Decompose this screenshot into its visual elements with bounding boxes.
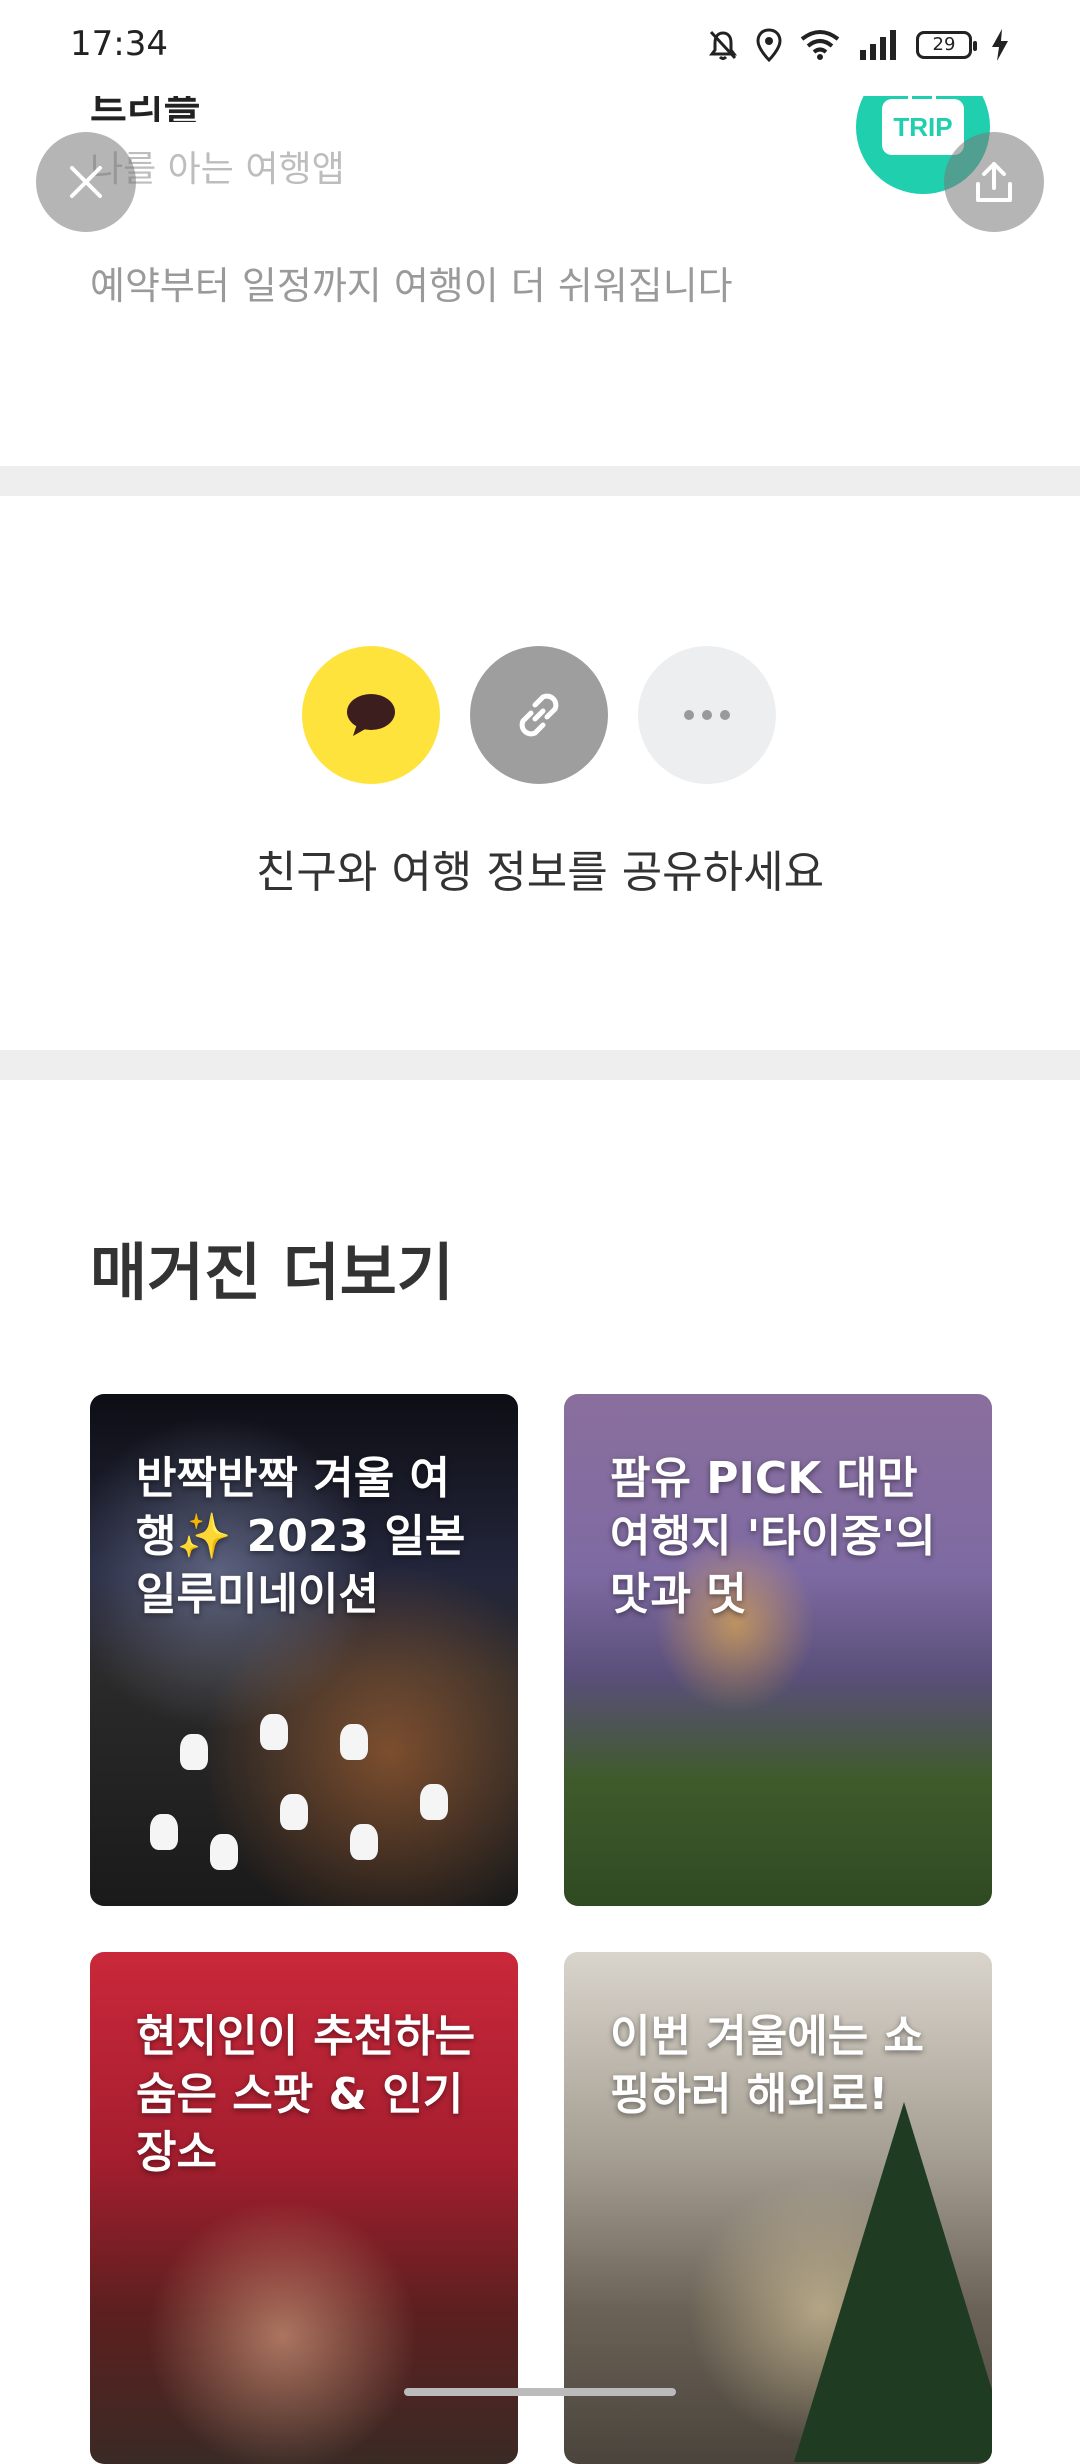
share-options <box>302 646 776 784</box>
more-icon <box>684 710 730 720</box>
status-icons: 29 <box>708 28 1010 62</box>
battery-icon: 29 <box>916 31 977 59</box>
magazine-title: 매거진 더보기 <box>90 1236 454 1309</box>
link-icon <box>519 693 559 737</box>
wifi-icon <box>800 30 840 60</box>
walkway-decoration <box>664 1698 992 1906</box>
charging-icon <box>992 29 1008 61</box>
share-prompt: 친구와 여행 정보를 공유하세요 <box>255 847 825 898</box>
trip-bag-icon: TRIP <box>882 85 964 155</box>
snowman-decoration <box>420 1784 448 1820</box>
copy-link-button[interactable] <box>470 646 608 784</box>
trip-badge-text: TRIP <box>893 111 953 142</box>
battery-level: 29 <box>932 34 956 55</box>
snowman-decoration <box>260 1714 288 1750</box>
close-button[interactable] <box>36 132 136 232</box>
location-icon <box>756 28 782 62</box>
magazine-card[interactable]: 반짝반짝 겨울 여행✨ 2023 일본 일루미네이션 <box>90 1394 518 1906</box>
kakao-share-button[interactable] <box>302 646 440 784</box>
status-bar: 17:34 29 <box>0 0 1080 96</box>
signal-icon <box>860 30 896 60</box>
more-share-button[interactable] <box>638 646 776 784</box>
snowman-decoration <box>340 1724 368 1760</box>
magazine-card[interactable]: 팜유 PICK 대만 여행지 '타이중'의 맛과 멋 <box>564 1394 992 1906</box>
share-button[interactable] <box>944 132 1044 232</box>
close-icon <box>70 166 102 198</box>
magazine-card-title: 이번 겨울에는 쇼핑하러 해외로! <box>610 2011 924 2120</box>
section-divider <box>0 466 1080 496</box>
section-divider <box>0 1050 1080 1080</box>
magazine-card-title: 팜유 PICK 대만 여행지 '타이중'의 맛과 멋 <box>610 1453 936 1620</box>
snowman-decoration <box>180 1734 208 1770</box>
tagline: 예약부터 일정까지 여행이 더 쉬워집니다 <box>90 264 733 308</box>
snowman-decoration <box>150 1814 178 1850</box>
chat-bubble-icon <box>347 694 395 736</box>
status-time: 17:34 <box>70 24 168 64</box>
snowman-decoration <box>280 1794 308 1830</box>
snowman-decoration <box>350 1824 378 1860</box>
magazine-card-title: 반짝반짝 겨울 여행✨ 2023 일본 일루미네이션 <box>136 1453 466 1620</box>
christmas-tree-decoration <box>794 2102 992 2462</box>
home-indicator[interactable] <box>404 2388 676 2396</box>
upload-icon <box>976 162 1012 202</box>
bell-off-icon <box>709 30 737 60</box>
magazine-card-title: 현지인이 추천하는 숨은 스팟 & 인기 장소 <box>136 2011 476 2178</box>
snowman-decoration <box>210 1834 238 1870</box>
